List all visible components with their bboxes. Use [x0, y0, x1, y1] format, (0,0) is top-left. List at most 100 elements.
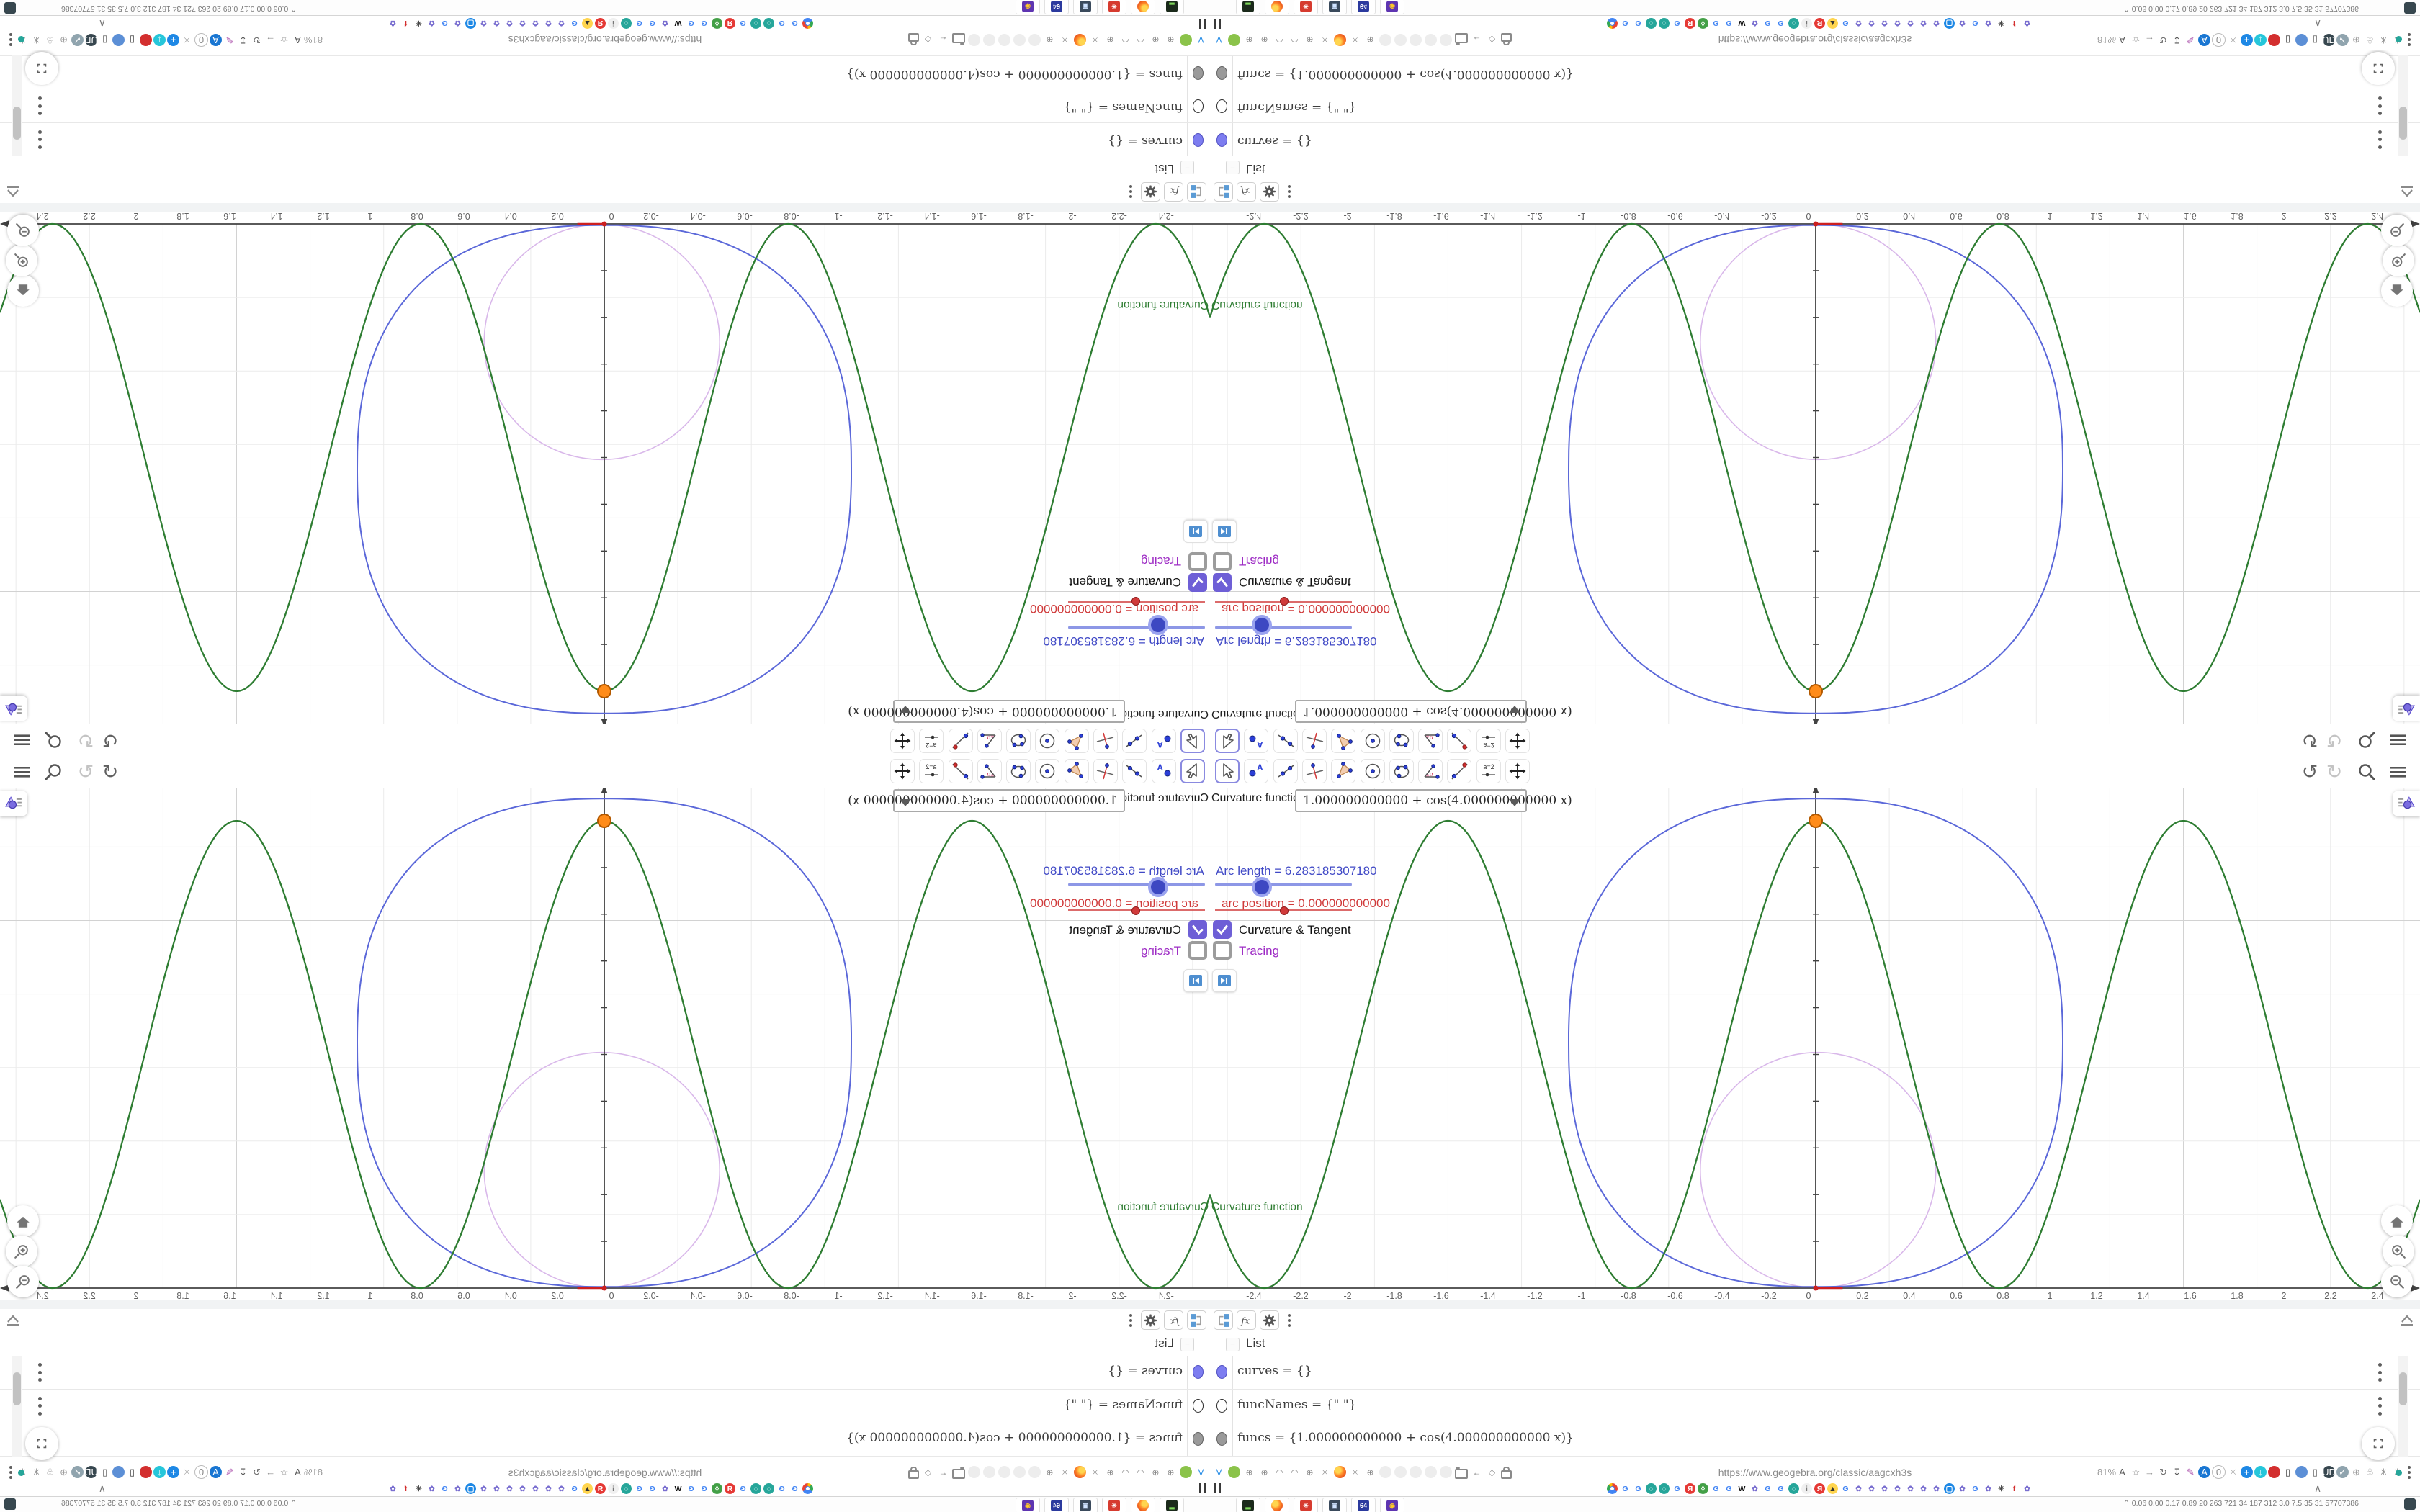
terminal-app-icon[interactable]: ▂	[1160, 0, 1184, 14]
pen-icon[interactable]: ✎	[223, 1466, 236, 1478]
polygon-tool[interactable]	[1331, 759, 1356, 783]
flower-favicon[interactable]: ✿	[543, 1483, 554, 1494]
flower-favicon[interactable]: ✿	[1749, 1483, 1760, 1494]
scrollbar-thumb[interactable]	[13, 107, 21, 140]
save64-app-icon[interactable]: 64	[1044, 0, 1069, 14]
funcnames-row[interactable]: funcNames = {" "}	[1210, 89, 2420, 123]
settings-button[interactable]	[1260, 182, 1279, 202]
flower-favicon[interactable]: ✿	[452, 1483, 463, 1494]
trash-shield-icon[interactable]: ▯	[99, 1466, 111, 1478]
counter-pill-icon[interactable]: 0	[194, 1465, 208, 1479]
row-more-options-icon[interactable]	[2378, 1363, 2383, 1382]
shield-check-icon[interactable]: ✓	[71, 34, 84, 46]
tracing-checkbox[interactable]	[1213, 941, 1232, 960]
hamburger-menu-icon[interactable]	[2387, 756, 2410, 788]
thumb-icon[interactable]: ♧	[2364, 1466, 2376, 1478]
google-favicon[interactable]: G	[647, 1483, 658, 1494]
back-arrow-icon[interactable]: ←	[937, 34, 949, 46]
flower-favicon[interactable]: ✿	[1957, 18, 1968, 29]
forward-arrow-icon[interactable]: →	[264, 34, 277, 46]
wrench-icon[interactable]: ✳	[30, 34, 42, 46]
ghost-slot-icon[interactable]	[1394, 34, 1407, 46]
globe-icon[interactable]: ⊕	[1150, 34, 1162, 46]
shield-icon[interactable]: ◇	[1486, 34, 1498, 46]
arc-position-slider-handle[interactable]	[1280, 906, 1289, 915]
flower-favicon[interactable]: ✿	[491, 1483, 502, 1494]
trash-shield-icon[interactable]: ▯	[2309, 34, 2321, 46]
gear-icon[interactable]: ✳	[2227, 1466, 2239, 1478]
pan-view-tool[interactable]	[1505, 759, 1530, 783]
arc-length-slider-handle[interactable]	[1148, 615, 1168, 635]
ghost-slot-icon[interactable]	[1013, 34, 1026, 46]
gear-icon[interactable]: ✳	[1059, 34, 1071, 46]
visibility-marble[interactable]	[1216, 1432, 1227, 1446]
download-icon[interactable]: ↧	[237, 34, 249, 46]
line-tool[interactable]	[1273, 759, 1298, 783]
flower-favicon[interactable]: ✿	[1879, 18, 1890, 29]
conic-tool[interactable]	[1389, 759, 1414, 783]
flower-favicon[interactable]: ✿	[2022, 1483, 2033, 1494]
lock-icon[interactable]	[908, 33, 919, 42]
flower-favicon[interactable]: ✿	[387, 18, 398, 29]
counter-pill-icon[interactable]: 0	[2212, 1465, 2226, 1479]
redo-button[interactable]: ↻	[2323, 724, 2345, 756]
sphere-favicon[interactable]: ◌	[750, 1483, 761, 1494]
star-icon[interactable]: ☆	[278, 1466, 290, 1478]
pan-view-tool[interactable]	[890, 729, 915, 753]
f-favicon[interactable]: f	[400, 1483, 411, 1494]
forward-arrow-icon[interactable]: →	[2143, 1466, 2156, 1478]
circle-center-point-tool[interactable]	[1360, 759, 1385, 783]
flower-favicon[interactable]: ✿	[478, 1483, 489, 1494]
tracing-checkbox[interactable]	[1188, 941, 1207, 960]
google-favicon[interactable]: G	[1620, 18, 1631, 29]
google-favicon[interactable]: G	[738, 1483, 748, 1494]
visibility-marble[interactable]	[1193, 1432, 1204, 1446]
collapse-list-button[interactable]: −	[1226, 161, 1240, 174]
search-icon[interactable]	[2355, 756, 2378, 788]
shield-icon[interactable]: ◇	[922, 1466, 934, 1478]
tray-icon[interactable]	[4, 2, 16, 14]
home-button[interactable]	[2381, 275, 2413, 307]
slider-tool[interactable]: a=2	[919, 729, 944, 753]
add-icon[interactable]: +	[2241, 1466, 2253, 1478]
scrollbar[interactable]	[12, 1356, 22, 1457]
trash-icon[interactable]: ▯	[2282, 1466, 2294, 1478]
google-favicon[interactable]: G	[776, 1483, 787, 1494]
keyboard-toggle-icon[interactable]	[2397, 181, 2417, 202]
v-logo-icon[interactable]: V	[1195, 34, 1207, 46]
google-favicon[interactable]: G	[1633, 18, 1644, 29]
save64-app-icon[interactable]: 64	[1351, 1498, 1376, 1512]
google-favicon[interactable]: G	[699, 1483, 709, 1494]
flower-favicon[interactable]: ✿	[660, 18, 671, 29]
flower-favicon[interactable]: ✿	[660, 1483, 671, 1494]
chevron-down-icon[interactable]	[1509, 706, 1520, 713]
sphere-favicon[interactable]: ◌	[1646, 18, 1657, 29]
fx-view-button[interactable]: fx	[1237, 1310, 1256, 1330]
globe-icon[interactable]: ⊕	[1165, 1466, 1177, 1478]
google-favicon[interactable]: G	[1711, 1483, 1721, 1494]
scrollbar-thumb[interactable]	[2399, 107, 2407, 140]
download-icon[interactable]: ↧	[2171, 1466, 2183, 1478]
hamburger-menu-icon[interactable]	[2387, 724, 2410, 756]
curvature-tangent-checkbox[interactable]	[1188, 920, 1207, 939]
settings-button[interactable]	[1141, 182, 1160, 202]
graph-canvas[interactable]: -2.4-2.2-2-1.8-1.6-1.4-1.2-1-0.8-0.6-0.4…	[1210, 756, 2420, 1300]
globe-icon[interactable]: ⊕	[1150, 1466, 1162, 1478]
mask-app-icon[interactable]: ◉	[1016, 0, 1040, 14]
angle-tool[interactable]: α	[977, 759, 1002, 783]
adblock-icon[interactable]	[140, 34, 152, 46]
line-tool[interactable]	[1122, 759, 1147, 783]
globe-gray-icon[interactable]: ⊕	[58, 34, 70, 46]
flower-favicon[interactable]: ✿	[1892, 18, 1903, 29]
firefox-icon[interactable]	[1074, 1466, 1086, 1478]
google-favicon[interactable]: G	[634, 1483, 645, 1494]
perpendicular-line-tool[interactable]	[1301, 759, 1327, 783]
translate-icon[interactable]: A	[2116, 34, 2128, 46]
firefox-icon[interactable]	[1334, 34, 1346, 46]
globe-icon[interactable]: ⊕	[1258, 1466, 1270, 1478]
overflow-menu-icon[interactable]	[9, 1466, 12, 1479]
sphere-favicon[interactable]: ◌	[1659, 18, 1670, 29]
scrollbar[interactable]	[2398, 1356, 2408, 1457]
globe-icon[interactable]: ⊕	[1165, 34, 1177, 46]
perpendicular-line-tool[interactable]	[1093, 759, 1119, 783]
